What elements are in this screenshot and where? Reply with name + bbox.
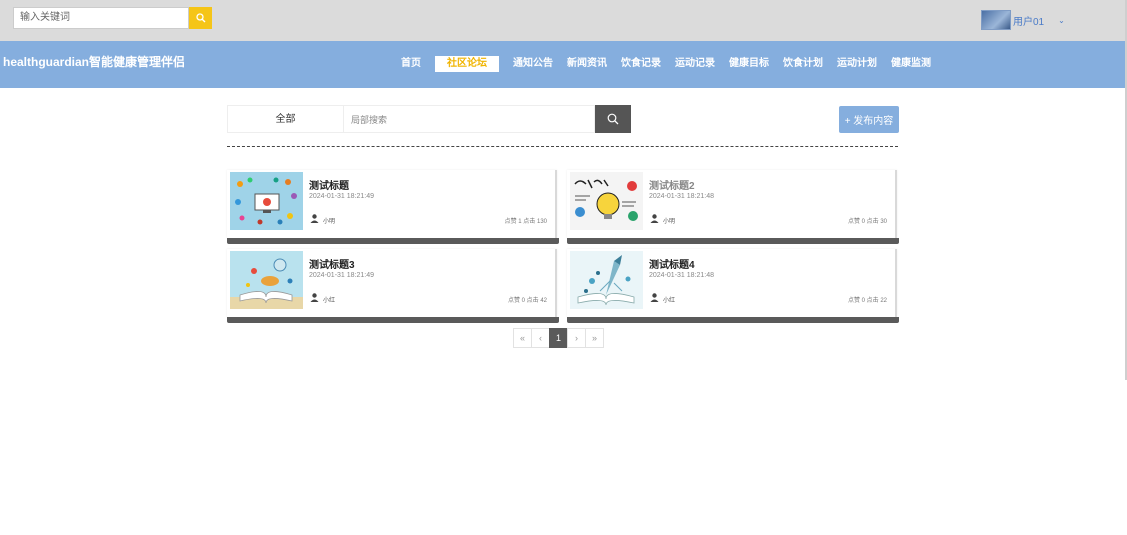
post-thumbnail-book-rocket[interactable] xyxy=(570,251,643,309)
page-next-button[interactable]: › xyxy=(567,328,586,348)
nav-item-home[interactable]: 首页 xyxy=(394,56,428,72)
post-author: 小明 xyxy=(663,219,676,225)
nav-item-forum[interactable]: 社区论坛 xyxy=(435,56,499,72)
page-prev-button[interactable]: ‹ xyxy=(531,328,550,348)
post-title[interactable]: 测试标题2 xyxy=(649,177,695,192)
card-bottom-bar xyxy=(567,238,899,244)
post-card[interactable]: 测试标题4 2024-01-31 18:21:48 小红 点赞 0 点击 22 xyxy=(567,249,899,323)
post-stats: 点赞 1 点击 130 xyxy=(504,219,547,225)
nav-item-diet-plan[interactable]: 饮食计划 xyxy=(776,56,830,72)
nav-item-exercise-plan[interactable]: 运动计划 xyxy=(830,56,884,72)
post-card[interactable]: 测试标题 2024-01-31 18:21:49 小明 点赞 1 点击 130 xyxy=(227,170,559,244)
user-icon xyxy=(650,214,659,223)
post-thumbnail-learn-doodle[interactable] xyxy=(570,172,643,230)
post-thumbnail-open-book[interactable] xyxy=(230,251,303,309)
post-card[interactable]: 测试标题2 2024-01-31 18:21:48 小明 点赞 0 点击 30 xyxy=(567,170,899,244)
nav-item-exercise-record[interactable]: 运动记录 xyxy=(668,56,722,72)
avatar[interactable] xyxy=(981,10,1011,30)
search-icon xyxy=(607,113,619,125)
search-button[interactable] xyxy=(189,7,212,29)
pagination: « ‹ 1 › » xyxy=(513,328,604,348)
card-bottom-bar xyxy=(227,238,559,244)
divider xyxy=(227,146,898,147)
user-icon xyxy=(310,214,319,223)
user-icon xyxy=(310,293,319,302)
nav-item-diet-record[interactable]: 饮食记录 xyxy=(614,56,668,72)
post-author: 小红 xyxy=(323,298,336,304)
page-last-button[interactable]: » xyxy=(585,328,604,348)
post-stats: 点赞 0 点击 22 xyxy=(847,298,887,304)
publish-button[interactable]: + 发布内容 xyxy=(839,106,899,133)
card-bottom-bar xyxy=(227,317,559,323)
post-stats: 点赞 0 点击 42 xyxy=(507,298,547,304)
chevron-down-icon[interactable]: ⌄ xyxy=(1058,16,1065,25)
post-title[interactable]: 测试标题3 xyxy=(309,256,355,271)
nav-item-health-goal[interactable]: 健康目标 xyxy=(722,56,776,72)
nav-item-health-monitor[interactable]: 健康监测 xyxy=(884,56,938,72)
brand-title: healthguardian智能健康管理伴侣 xyxy=(3,55,186,69)
nav-item-notice[interactable]: 通知公告 xyxy=(506,56,560,72)
top-bar: 输入关键词 用户01 ⌄ xyxy=(0,0,1127,41)
post-card[interactable]: 测试标题3 2024-01-31 18:21:49 小红 点赞 0 点击 42 xyxy=(227,249,559,323)
post-stats: 点赞 0 点击 30 xyxy=(847,219,887,225)
card-bottom-bar xyxy=(567,317,899,323)
user-icon xyxy=(650,293,659,302)
local-search-button[interactable] xyxy=(595,105,631,133)
post-thumbnail-icons-collage[interactable] xyxy=(230,172,303,230)
post-author: 小红 xyxy=(663,298,676,304)
post-title[interactable]: 测试标题 xyxy=(309,177,349,192)
user-name[interactable]: 用户01 xyxy=(1013,13,1044,28)
nav-list: 首页 社区论坛 通知公告 新闻资讯 饮食记录 运动记录 健康目标 饮食计划 运动… xyxy=(394,56,938,72)
local-search-input[interactable]: 局部搜索 xyxy=(344,105,595,133)
category-select[interactable]: 全部 xyxy=(227,105,344,133)
post-time: 2024-01-31 18:21:49 xyxy=(309,272,374,279)
post-time: 2024-01-31 18:21:48 xyxy=(649,193,714,200)
search-input[interactable]: 输入关键词 xyxy=(13,7,189,29)
post-author: 小明 xyxy=(323,219,336,225)
post-time: 2024-01-31 18:21:48 xyxy=(649,272,714,279)
post-time: 2024-01-31 18:21:49 xyxy=(309,193,374,200)
post-title[interactable]: 测试标题4 xyxy=(649,256,695,271)
user-menu[interactable]: 用户01 ⌄ xyxy=(981,9,1065,31)
page-first-button[interactable]: « xyxy=(513,328,532,348)
main-navbar: healthguardian智能健康管理伴侣 首页 社区论坛 通知公告 新闻资讯… xyxy=(0,41,1127,88)
forum-search-row: 全部 局部搜索 xyxy=(227,105,631,133)
page-current-button[interactable]: 1 xyxy=(549,328,568,348)
nav-item-news[interactable]: 新闻资讯 xyxy=(560,56,614,72)
search-icon xyxy=(195,13,205,23)
